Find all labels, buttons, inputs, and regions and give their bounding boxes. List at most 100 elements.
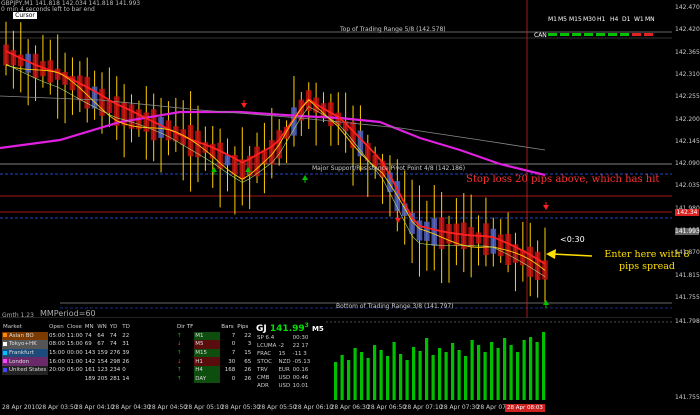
- timeframe-m15[interactable]: M15: [569, 16, 582, 23]
- bar-body: [10, 50, 17, 66]
- session-color-swatch: [3, 367, 7, 372]
- market-sessions-table: Market Open Close MN WN YD TD Asian BO 05:00 11:…: [2, 323, 131, 384]
- volume-bar: [496, 348, 500, 400]
- session-mn: 69: [84, 341, 92, 348]
- gj-cell: ADR: [257, 383, 269, 389]
- gj-row: CMB USD 00.46: [256, 374, 311, 382]
- bar-body: [158, 117, 164, 138]
- bar-body: [475, 232, 482, 244]
- direction-header: Pips: [237, 324, 249, 331]
- volume-bar: [542, 332, 546, 400]
- gj-cell: TRV: [257, 367, 268, 373]
- session-yd: 74: [109, 332, 117, 339]
- price-tick: 142.365: [675, 48, 700, 56]
- cursor-button[interactable]: Cursor: [13, 12, 37, 19]
- gj-cell: 22 17: [292, 343, 309, 349]
- price-tick: 142.090: [675, 160, 700, 168]
- volume-bar: [509, 345, 513, 400]
- price-tick: 141.870: [675, 249, 700, 257]
- volume-bar: [451, 343, 455, 400]
- timeframe-w1[interactable]: W1: [634, 16, 644, 23]
- gj-cell: 00:30: [292, 335, 309, 341]
- session-close: 11:00: [66, 332, 83, 339]
- session-open: 15:00: [49, 350, 65, 357]
- direction-tf: H1: [194, 357, 221, 366]
- direction-bars: 30: [228, 358, 236, 365]
- volume-bar: [353, 348, 357, 400]
- volume-bar: [340, 355, 344, 400]
- timeframe-m30[interactable]: M30: [583, 16, 596, 23]
- timeframe-mn[interactable]: MN: [645, 16, 655, 23]
- gmth-label: Gmth 1.23: [2, 312, 34, 319]
- support-pivot-label: Major Support/Resistance Pivot Point 4/8…: [312, 165, 466, 172]
- session-yd: 234: [109, 367, 121, 374]
- direction-row: ↑ M1 7 22: [176, 331, 252, 341]
- direction-header: [194, 323, 220, 332]
- session-color-swatch: [3, 333, 7, 338]
- session-yd: 281: [109, 375, 121, 382]
- down-arrow-icon: ↓: [177, 358, 182, 365]
- session-wn: 159: [97, 350, 108, 357]
- session-yd: 276: [109, 350, 121, 357]
- session-mn: 143: [84, 350, 96, 357]
- up-arrow-icon: ↑: [177, 350, 182, 357]
- bar-body: [431, 218, 438, 246]
- can-label: CAN: [534, 32, 547, 39]
- direction-table: Dir TF Bars Pips ↑ M1 7 22 ↓ M5 0 3 ↑ M15 7 15 ↓ H1 30 65…: [176, 323, 252, 384]
- bar-body: [150, 109, 157, 141]
- volume-bar: [431, 355, 435, 400]
- session-mn: 74: [84, 332, 92, 339]
- session-td: 22: [122, 332, 130, 339]
- gj-cell: -2: [278, 343, 284, 349]
- direction-tf: M5: [194, 340, 221, 349]
- volume-bar: [529, 337, 533, 400]
- bar-body: [3, 44, 9, 66]
- time-tick: 28 Apr 05:30: [221, 404, 261, 411]
- direction-row: ↑ H4 168 26: [176, 365, 252, 375]
- session-color-swatch: [3, 350, 7, 355]
- mm-period-label: MMPeriod=60: [40, 309, 96, 318]
- session-name: United States: [9, 367, 47, 374]
- timeframe-trend-bars: [548, 33, 653, 36]
- session-mn: 142: [84, 358, 96, 365]
- time-tick: 28 Apr 05:50: [257, 404, 297, 411]
- direction-row: ↑ DAY 0 26: [176, 374, 252, 384]
- bar-body: [505, 233, 511, 266]
- volume-bar: [347, 360, 351, 400]
- timeframe-m1[interactable]: M1: [548, 16, 557, 23]
- gj-cell: FRAC: [257, 351, 272, 357]
- timeframe-h4[interactable]: H4: [610, 16, 618, 23]
- volume-bar: [373, 345, 377, 400]
- subpanel-axis-top: 141.798: [675, 318, 700, 325]
- timeframe-m5[interactable]: M5: [558, 16, 567, 23]
- time-highlight-tag: 28 Apr 08:03: [505, 404, 545, 412]
- gj-row: FRAC 15 -11 3: [256, 350, 311, 358]
- direction-tf: DAY: [194, 374, 221, 384]
- bar-body: [483, 223, 489, 256]
- session-open: [48, 375, 66, 384]
- stop-loss-annotation: Stop loss 20 pips above, which has hit: [466, 174, 660, 185]
- session-close: [66, 375, 84, 384]
- price-tag: 141.993: [675, 228, 700, 235]
- bar-body: [143, 112, 150, 132]
- sessions-header: TD: [122, 324, 130, 331]
- time-tick: 28 Apr 03:50: [38, 404, 78, 411]
- time-tick: 28 Apr 04:10: [75, 404, 115, 411]
- session-close: 05:00: [66, 367, 83, 374]
- session-close: 15:00: [66, 341, 83, 348]
- session-yd: 74: [109, 341, 117, 348]
- price-tick: 142.035: [675, 182, 700, 190]
- volume-bar: [366, 358, 370, 400]
- gj-row: STOC NZD -05.13: [256, 358, 311, 366]
- volume-bar: [334, 362, 338, 400]
- timeframe-h1[interactable]: H1: [597, 16, 605, 23]
- gj-cell: -05.13: [292, 359, 311, 365]
- bar-body: [350, 121, 356, 149]
- bottom-range-label: Bottom of Trading Range 3/8 (141.797): [336, 303, 454, 310]
- price-tick: 142.420: [675, 26, 700, 34]
- volume-bar: [392, 342, 396, 400]
- gj-cell: STOC: [257, 359, 273, 365]
- timeframe-d1[interactable]: D1: [622, 16, 630, 23]
- direction-tf: M1: [194, 331, 221, 341]
- direction-pips: 26: [244, 375, 252, 382]
